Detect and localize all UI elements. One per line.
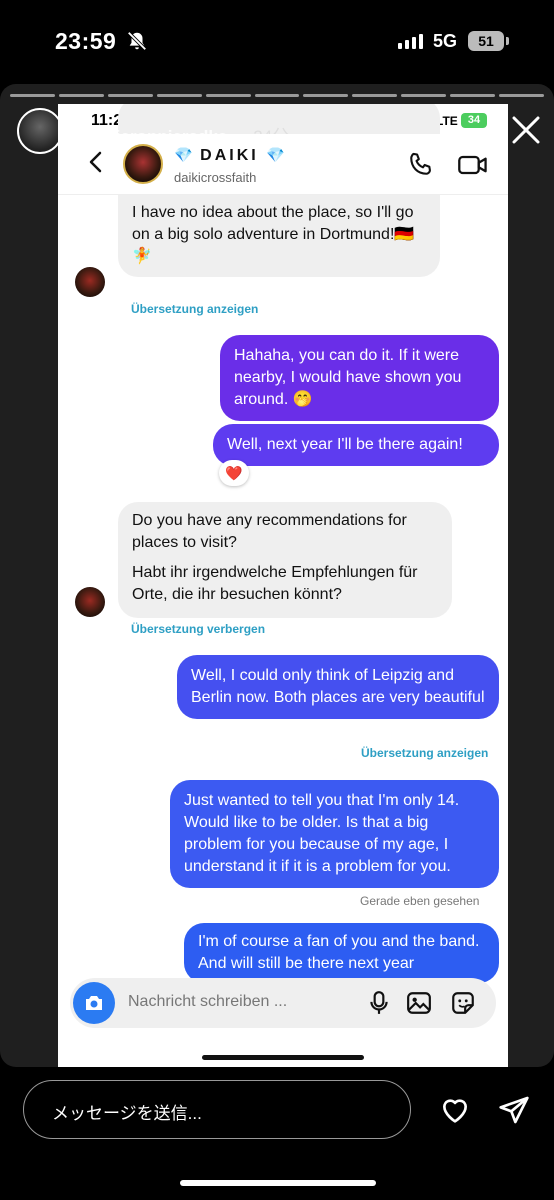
message-text: Well, I could only think of Leipzig and … [191,667,485,706]
home-indicator [202,1055,364,1060]
story-reply-input[interactable]: メッセージを送信... [23,1080,411,1139]
message-translation: Habt ihr irgendwelche Empfehlungen für O… [132,564,418,603]
camera-button[interactable] [73,982,115,1024]
camera-icon [86,996,102,1010]
dm-contact-name[interactable]: 💎 DAIKI 💎 [174,146,285,165]
gallery-icon[interactable] [406,990,432,1016]
dm-header: 💎 DAIKI 💎 daikicrossfaith [58,134,508,195]
signal-icon [398,33,423,49]
dm-username: daikicrossfaith [174,170,257,185]
sent-message[interactable]: Well, next year I'll be there again! [213,424,499,466]
story-avatar[interactable] [17,108,63,154]
hide-translation-link[interactable]: Übersetzung verbergen [131,622,265,636]
seen-status: Gerade eben gesehen [360,894,480,908]
sent-message[interactable]: I'm of course a fan of you and the band.… [184,923,499,983]
status-bar: 23:59 5G 51 [0,0,554,80]
story-progress [10,94,544,97]
network-type: 5G [433,31,458,51]
send-icon[interactable] [498,1094,530,1126]
show-translation-link[interactable]: Übersetzung anzeigen [361,746,488,760]
battery-icon: 51 [468,31,509,51]
message-text: Do you have any recommendations for plac… [132,512,407,551]
heart-reaction[interactable]: ❤️ [219,460,249,486]
heart-icon[interactable] [438,1094,472,1126]
composer-input[interactable]: Nachricht schreiben ... [128,993,287,1011]
video-call-icon[interactable] [457,151,489,179]
phone-icon[interactable] [406,151,434,179]
received-message[interactable]: Do you have any recommendations for plac… [118,502,452,618]
message-text: I'm of course a fan of you and the band.… [198,933,480,972]
story-viewer: 11:25 LTE 34 💎 DAIKI 💎 daikicrossfaith I… [0,84,554,1067]
shot-battery-icon: 34 [461,113,487,128]
message-text: Well, next year I'll be there again! [227,436,463,453]
sent-message[interactable]: Hahaha, you can do it. If it were nearby… [220,335,499,421]
contact-avatar[interactable] [75,587,105,617]
status-time: 23:59 [55,28,117,54]
home-indicator [180,1180,376,1186]
gem-icon: 💎 [266,147,285,164]
message-text: I have no idea about the place, so I'll … [132,204,415,265]
dm-avatar[interactable] [123,144,163,184]
sticker-icon[interactable] [450,990,476,1016]
dm-name-text: DAIKI [200,147,259,164]
message-text: Hahaha, you can do it. If it were nearby… [234,347,462,408]
back-icon[interactable] [86,150,106,174]
bell-slash-icon [127,31,147,51]
reply-placeholder: メッセージを送信... [52,1104,202,1123]
sent-message[interactable]: Well, I could only think of Leipzig and … [177,655,499,719]
gem-icon: 💎 [174,147,193,164]
contact-avatar[interactable] [75,267,105,297]
sent-message[interactable]: Just wanted to tell you that I'm only 14… [170,780,499,888]
message-composer[interactable]: Nachricht schreiben ... [70,978,496,1028]
show-translation-link[interactable]: Übersetzung anzeigen [131,302,258,316]
message-text: Just wanted to tell you that I'm only 14… [184,792,460,875]
microphone-icon[interactable] [366,990,392,1016]
story-screenshot: 11:25 LTE 34 💎 DAIKI 💎 daikicrossfaith I… [58,104,508,1067]
close-icon[interactable] [510,114,542,146]
